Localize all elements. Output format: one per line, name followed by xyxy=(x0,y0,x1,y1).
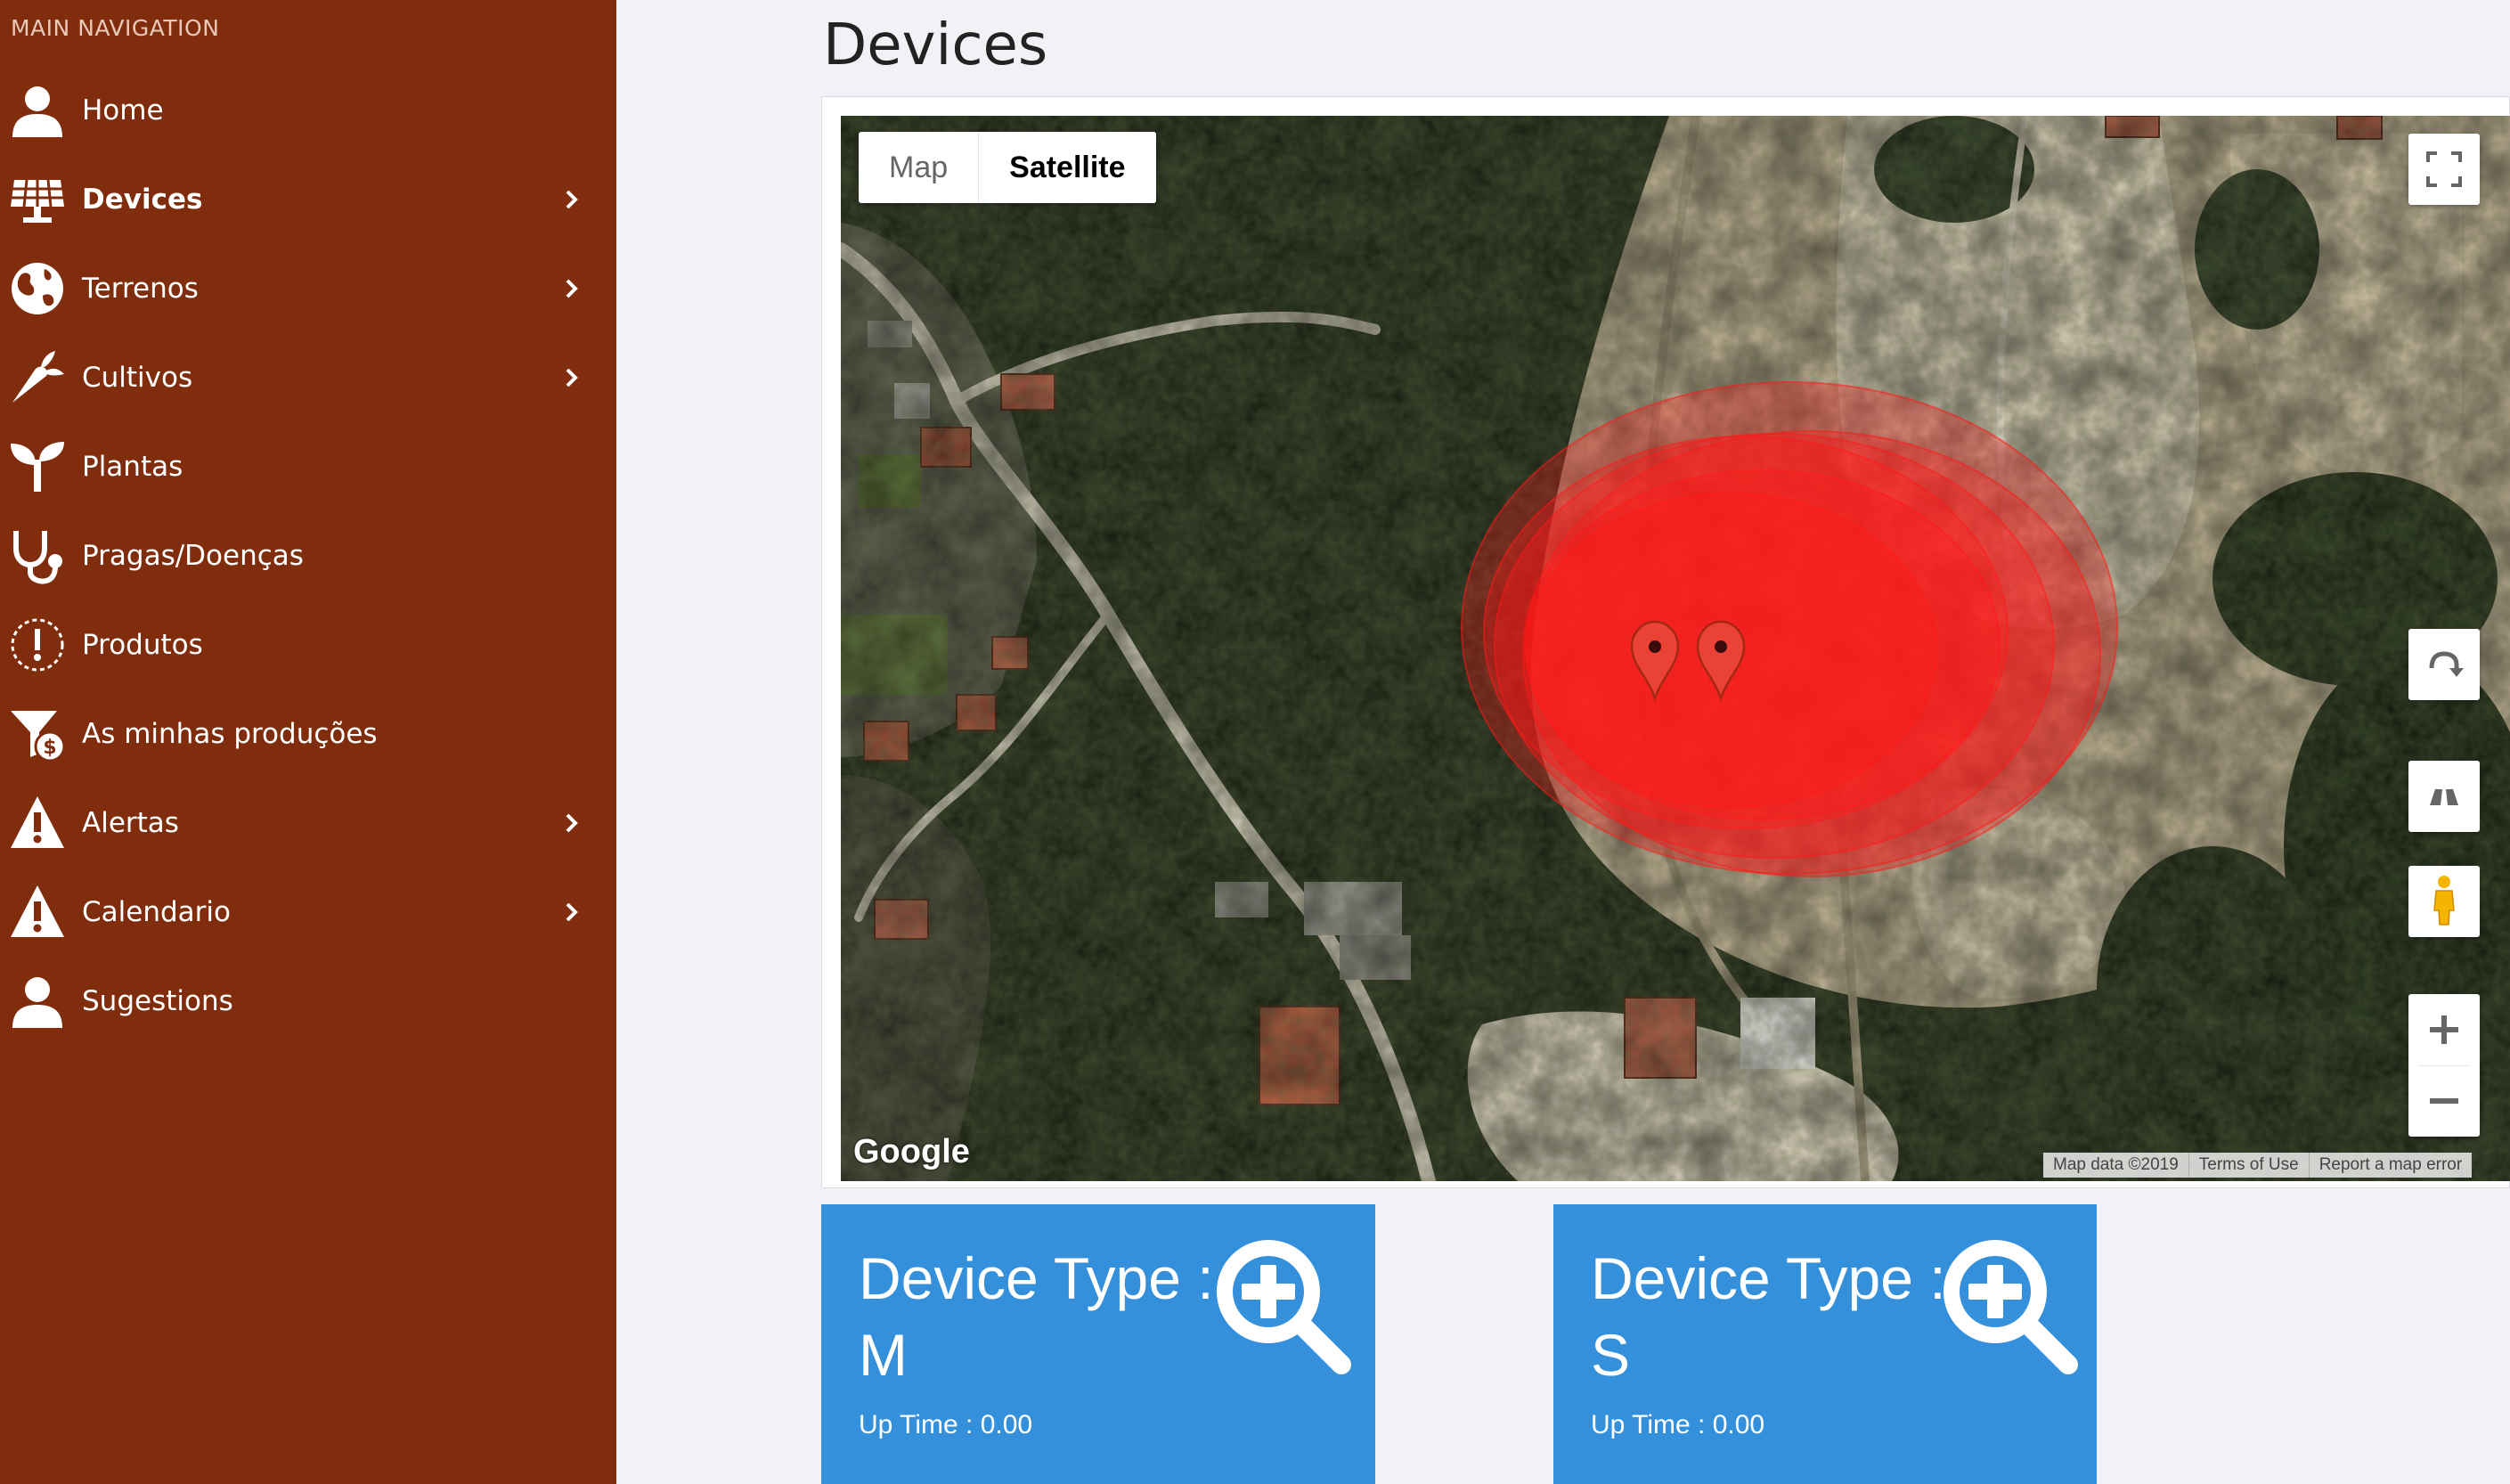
zoom-in-icon xyxy=(2430,1015,2458,1044)
device-card[interactable]: Device Type : M Up Time : 0.00 xyxy=(821,1204,1375,1484)
zoom-out-button[interactable] xyxy=(2408,1065,2480,1137)
sidebar-item-label: Pragas/Doenças xyxy=(82,540,304,572)
stethoscope-icon xyxy=(13,531,62,584)
sidebar-header: MAIN NAVIGATION xyxy=(11,15,220,41)
seedling-icon xyxy=(11,442,64,492)
zoom-in-magnifier-icon[interactable] xyxy=(1206,1229,1357,1381)
map-data-attribution: Map data ©2019 xyxy=(2053,1155,2179,1174)
sidebar-item-label: Produtos xyxy=(82,629,203,661)
sidebar-item-devices[interactable]: Devices xyxy=(0,155,616,244)
sidebar-item-label: As minhas produções xyxy=(82,718,378,750)
sidebar-item-label: Terrenos xyxy=(82,273,199,305)
sidebar-item-producoes[interactable]: $ As minhas produções xyxy=(0,689,616,779)
sidebar-item-pragas[interactable]: Pragas/Doenças xyxy=(0,511,616,600)
device-card[interactable]: Device Type : S Up Time : 0.00 xyxy=(1553,1204,2097,1484)
zoom-out-icon xyxy=(2430,1098,2458,1104)
sidebar-item-alertas[interactable]: Alertas xyxy=(0,779,616,868)
chevron-right-icon xyxy=(566,279,578,298)
page-title: Devices xyxy=(823,12,1048,78)
device-card-title: Device Type : M xyxy=(859,1245,1214,1388)
chevron-right-icon xyxy=(566,368,578,387)
tilt-map-button[interactable] xyxy=(2408,761,2480,832)
sidebar-item-terrenos[interactable]: Terrenos xyxy=(0,244,616,333)
device-range-circles xyxy=(1461,381,2118,877)
map-type-map-button[interactable]: Map xyxy=(859,132,978,203)
svg-text:$: $ xyxy=(43,737,56,759)
sidebar-item-cultivos[interactable]: Cultivos xyxy=(0,333,616,422)
user-icon xyxy=(12,977,62,1028)
warning-icon xyxy=(11,796,64,848)
rotate-icon xyxy=(2429,651,2464,677)
sidebar-item-calendario[interactable]: Calendario xyxy=(0,868,616,957)
device-card-title: Device Type : S xyxy=(1591,1245,1946,1388)
sidebar-item-plantas[interactable]: Plantas xyxy=(0,422,616,511)
solar-panel-icon xyxy=(11,179,64,223)
google-logo: Google xyxy=(853,1133,970,1170)
sidebar-item-label: Plantas xyxy=(82,451,183,483)
funnel-dollar-icon: $ xyxy=(11,711,66,762)
sidebar-item-produtos[interactable]: Produtos xyxy=(0,600,616,689)
sidebar-item-label: Sugestions xyxy=(82,985,233,1017)
street-view-button[interactable] xyxy=(2408,866,2480,937)
alert-circle-icon xyxy=(11,618,64,672)
device-card-uptime: Up Time : 0.00 xyxy=(859,1410,1033,1439)
globe-icon xyxy=(12,263,63,314)
tilt-icon xyxy=(2430,789,2458,805)
sidebar-item-sugestions[interactable]: Sugestions xyxy=(0,957,616,1046)
sidebar-item-home[interactable]: Home xyxy=(0,66,616,155)
zoom-in-magnifier-icon[interactable] xyxy=(1933,1229,2084,1381)
terms-of-use-link[interactable]: Terms of Use xyxy=(2188,1153,2309,1178)
chevron-right-icon xyxy=(566,813,578,833)
fullscreen-button[interactable] xyxy=(2408,134,2480,205)
chevron-right-icon xyxy=(566,902,578,922)
sidebar-item-label: Cultivos xyxy=(82,362,193,394)
sidebar-item-label: Devices xyxy=(82,183,203,216)
map-type-satellite-button[interactable]: Satellite xyxy=(978,132,1156,203)
report-map-error-link[interactable]: Report a map error xyxy=(2308,1153,2473,1178)
carrot-icon xyxy=(12,351,64,403)
sidebar-item-label: Alertas xyxy=(82,807,179,839)
sidebar-item-label: Home xyxy=(82,94,164,126)
sidebar: MAIN NAVIGATION Home Devices Terrenos Cu… xyxy=(0,0,616,1484)
sidebar-item-label: Calendario xyxy=(82,896,231,928)
map-attribution: Map data ©2019 Terms of Use Report a map… xyxy=(2043,1153,2473,1178)
zoom-control xyxy=(2408,994,2480,1137)
rotate-map-button[interactable] xyxy=(2408,629,2480,700)
warning-icon xyxy=(11,885,64,937)
satellite-map[interactable]: Map Satellite Google Map data ©2019 Term… xyxy=(841,116,2510,1181)
user-icon xyxy=(12,86,62,137)
device-card-uptime: Up Time : 0.00 xyxy=(1591,1410,1765,1439)
pegman-icon xyxy=(2433,876,2455,925)
zoom-in-button[interactable] xyxy=(2408,994,2480,1065)
chevron-right-icon xyxy=(566,190,578,209)
fullscreen-icon xyxy=(2426,151,2462,187)
satellite-imagery[interactable] xyxy=(841,116,2510,1181)
map-type-control: Map Satellite xyxy=(859,132,1156,203)
